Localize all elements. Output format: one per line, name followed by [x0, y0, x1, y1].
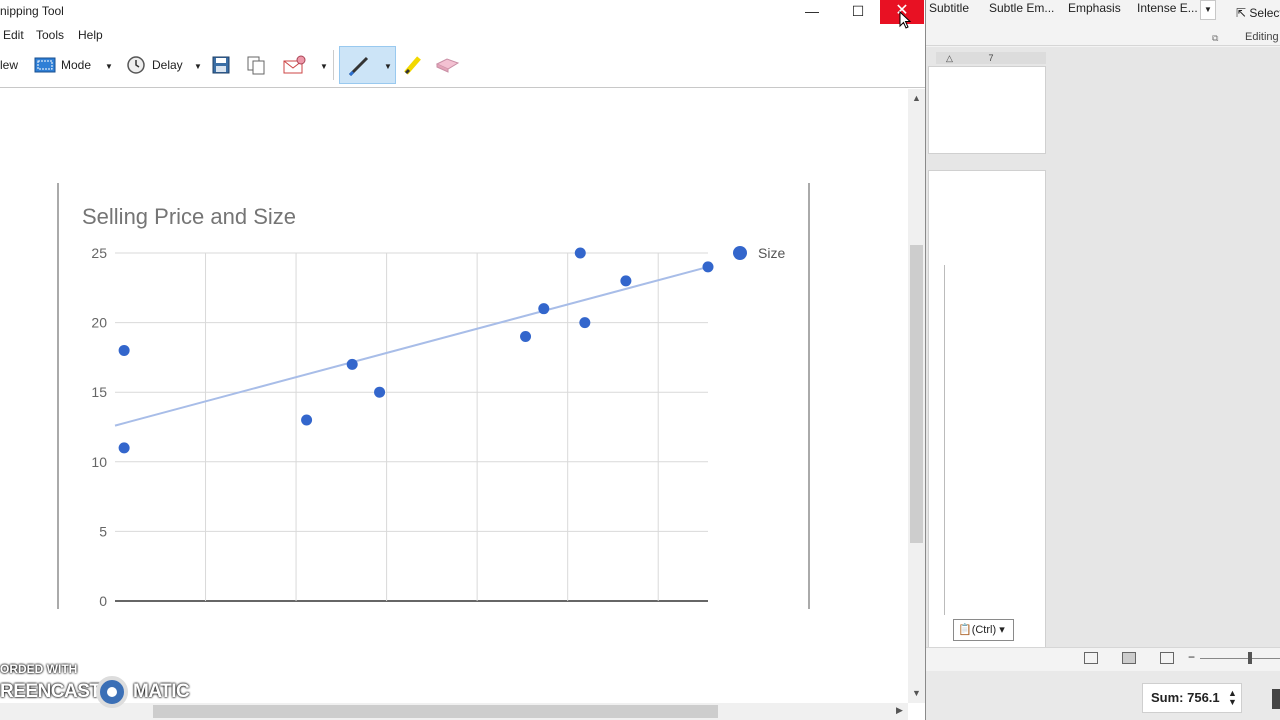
toolbar-separator	[333, 50, 334, 80]
screencast-logo-center	[107, 687, 117, 697]
style-intense-emphasis[interactable]: Intense E...	[1137, 0, 1198, 20]
y-tick-label: 10	[91, 454, 107, 470]
chart-grid	[115, 252, 708, 602]
data-point	[579, 317, 591, 329]
data-point	[620, 275, 632, 287]
eraser-icon[interactable]	[434, 56, 460, 74]
data-point	[538, 303, 550, 315]
status-bar-edge	[1272, 689, 1280, 709]
data-point	[301, 414, 313, 426]
y-tick-label: 0	[99, 593, 107, 609]
pen-icon[interactable]	[347, 54, 373, 78]
vertical-scroll-thumb[interactable]	[910, 245, 923, 543]
zoom-out-icon[interactable]: −	[1188, 650, 1195, 664]
y-tick-label: 25	[91, 245, 107, 261]
data-point	[118, 442, 130, 454]
data-point	[118, 344, 130, 356]
y-tick-label: 15	[91, 384, 107, 400]
new-button[interactable]: lew	[0, 56, 18, 74]
snipping-tool-window: nipping Tool — ☐ ✕ Edit Tools Help lew M…	[0, 0, 926, 720]
web-layout-icon[interactable]	[1160, 652, 1174, 664]
data-point	[520, 331, 532, 343]
print-layout-icon[interactable]	[1122, 652, 1136, 664]
send-dropdown-icon[interactable]: ▼	[320, 62, 328, 71]
menu-edit[interactable]: Edit	[3, 28, 24, 42]
title-bar[interactable]: nipping Tool — ☐ ✕	[0, 0, 925, 24]
style-emphasis[interactable]: Emphasis	[1068, 0, 1121, 20]
styles-more-icon[interactable]: ▼	[1200, 0, 1216, 20]
send-snip-icon[interactable]	[282, 55, 308, 75]
minimize-button[interactable]: —	[790, 0, 834, 24]
mode-dropdown-icon[interactable]: ▼	[105, 62, 113, 71]
read-mode-icon[interactable]	[1084, 652, 1098, 664]
ruler-indent-icon[interactable]: △	[946, 52, 953, 64]
data-point	[574, 247, 586, 259]
clock-icon[interactable]	[126, 55, 146, 75]
sum-spinner-icon[interactable]: ▲ ▼	[1228, 689, 1237, 707]
select-button[interactable]: ⇱ Select	[1236, 6, 1280, 20]
paste-ctrl-label: (Ctrl)	[971, 624, 997, 636]
watermark-top: ORDED WITH	[0, 662, 78, 676]
mode-icon[interactable]	[34, 56, 56, 74]
scroll-down-icon[interactable]: ▼	[912, 688, 921, 698]
save-icon[interactable]	[212, 56, 230, 74]
clipboard-icon: 📋	[958, 624, 972, 636]
word-page-1[interactable]	[928, 66, 1046, 154]
scatter-chart: Selling Price and Size 0 5 10 15 20 25 Size	[57, 183, 810, 609]
highlighter-icon[interactable]	[402, 54, 424, 76]
style-subtitle[interactable]: Subtitle	[929, 0, 969, 20]
data-point	[346, 358, 358, 370]
editing-group-label: Editing	[1245, 31, 1279, 43]
menu-tools[interactable]: Tools	[36, 28, 64, 42]
dialog-launcher-icon[interactable]: ⧉	[1212, 33, 1218, 44]
scroll-right-icon[interactable]: ▶	[896, 705, 903, 716]
data-point	[374, 386, 386, 398]
select-label: Select	[1249, 6, 1280, 20]
legend-label: Size	[758, 245, 785, 261]
word-page-2[interactable]	[928, 170, 1046, 648]
text-boundary-line	[944, 265, 945, 615]
horizontal-scroll-thumb[interactable]	[153, 705, 718, 718]
pen-dropdown-icon[interactable]: ▼	[384, 62, 392, 71]
y-tick-label: 5	[99, 523, 107, 539]
menu-bar: Edit Tools Help	[0, 26, 925, 46]
delay-dropdown-icon[interactable]: ▼	[194, 62, 202, 71]
sum-readout[interactable]: Sum: 756.1	[1142, 683, 1242, 713]
data-point	[702, 261, 714, 273]
watermark-right: MATIC	[133, 681, 190, 702]
style-subtle-emphasis[interactable]: Subtle Em...	[989, 0, 1054, 20]
mode-button[interactable]: Mode	[61, 56, 91, 74]
paste-options-button[interactable]: 📋(Ctrl) ▾	[953, 619, 1014, 641]
scroll-up-icon[interactable]: ▲	[912, 93, 921, 103]
y-tick-label: 20	[91, 315, 107, 331]
zoom-slider[interactable]	[1200, 658, 1280, 659]
copy-icon[interactable]	[246, 55, 266, 75]
chart-title: Selling Price and Size	[82, 204, 296, 229]
maximize-button[interactable]: ☐	[836, 0, 880, 24]
snip-canvas[interactable]: Selling Price and Size 0 5 10 15 20 25 Size	[0, 89, 908, 703]
menu-help[interactable]: Help	[78, 28, 103, 42]
ruler-mark: 7	[988, 53, 994, 63]
word-status-bar	[926, 647, 1280, 671]
trendline	[114, 265, 709, 427]
watermark-left: REENCAST	[0, 681, 101, 702]
cursor-select-icon: ⇱	[1236, 6, 1250, 20]
legend-marker	[733, 246, 747, 260]
data-points	[118, 247, 714, 454]
zoom-slider-thumb[interactable]	[1248, 652, 1252, 664]
y-axis-ticks: 0 5 10 15 20 25	[91, 245, 107, 609]
delay-button[interactable]: Delay	[152, 56, 183, 74]
ruler: △ 7	[936, 52, 1046, 64]
window-title: nipping Tool	[0, 4, 64, 18]
